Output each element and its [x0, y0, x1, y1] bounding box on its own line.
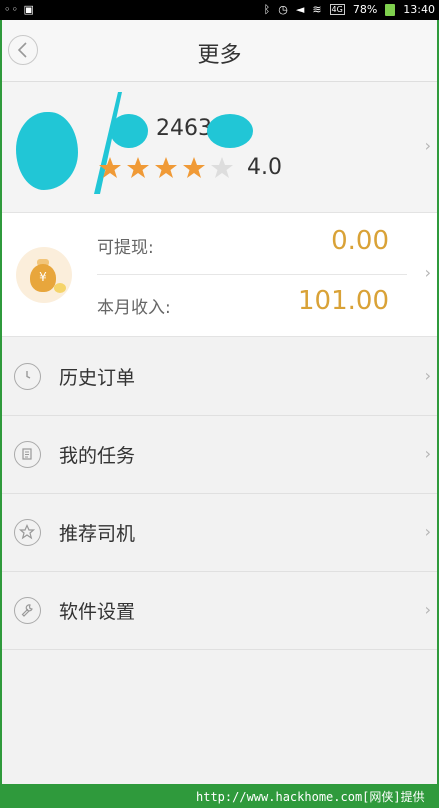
watermark-text: http://www.hackhome.com[网侠]提供 [196, 790, 425, 804]
task-list-icon [14, 441, 41, 468]
star-rating [98, 156, 234, 180]
status-bar: ◦◦ ▣ ᛒ ◷ ◄ ≋ 4G 78% 13:40 [0, 0, 439, 20]
divider [97, 274, 407, 275]
star-filled-icon [99, 157, 121, 178]
alarm-icon: ◷ [278, 3, 288, 16]
star-filled-icon [127, 157, 149, 178]
chevron-right-icon: › [424, 522, 431, 541]
clock-time: 13:40 [403, 3, 435, 16]
star-empty-icon [211, 157, 233, 178]
page-title: 更多 [197, 43, 242, 68]
monthly-income-value: 101.00 [298, 286, 389, 316]
network-badge: 4G [329, 4, 345, 15]
monthly-income-label: 本月收入: [97, 298, 171, 318]
star-filled-icon [183, 157, 205, 178]
app-screen: 更多 2463 4.0 › ¥ 可提现: 0.00 本月收入: 101.00 ›… [2, 20, 437, 784]
chevron-right-icon: › [424, 444, 431, 463]
driver-id: 2463 [156, 116, 212, 141]
wrench-icon [14, 597, 41, 624]
menu-item-label: 软件设置 [59, 601, 136, 623]
menu-item-recommend-driver[interactable]: 推荐司机 › [2, 494, 437, 572]
star-outline-icon [14, 519, 41, 546]
withdrawable-value: 0.00 [331, 226, 389, 256]
mute-icon: ◄ [295, 3, 305, 16]
bluetooth-icon: ᛒ [263, 3, 271, 16]
income-card[interactable]: ¥ 可提现: 0.00 本月收入: 101.00 › [2, 213, 437, 337]
star-filled-icon [155, 157, 177, 178]
chevron-right-icon: › [424, 366, 431, 385]
menu-item-settings[interactable]: 软件设置 › [2, 572, 437, 650]
notification-icons: ◦◦ ▣ [4, 3, 35, 16]
avatar-redacted [16, 112, 78, 190]
name-redacted [110, 114, 148, 148]
menu-item-label: 历史订单 [59, 367, 136, 389]
menu-item-label: 我的任务 [59, 445, 136, 467]
rating-value: 4.0 [247, 155, 282, 180]
moneybag-icon: ¥ [16, 247, 72, 303]
withdrawable-label: 可提现: [97, 238, 154, 258]
menu-item-label: 推荐司机 [59, 523, 136, 545]
battery-percent: 78% [352, 3, 378, 16]
chevron-right-icon: › [424, 136, 431, 155]
id-redacted [207, 114, 253, 148]
clock-icon [14, 363, 41, 390]
driver-profile-card[interactable]: 2463 4.0 › [2, 82, 437, 213]
menu-item-my-tasks[interactable]: 我的任务 › [2, 416, 437, 494]
chevron-right-icon: › [424, 600, 431, 619]
battery-icon [385, 3, 396, 16]
chevron-right-icon: › [424, 263, 431, 282]
footer-frame: http://www.hackhome.com[网侠]提供 [0, 784, 439, 808]
menu-item-order-history[interactable]: 历史订单 › [2, 338, 437, 416]
top-bar: 更多 [2, 20, 437, 82]
menu-list: 历史订单 › 我的任务 › 推荐司机 › 软件设置 › [2, 338, 437, 650]
wifi-icon: ≋ [312, 3, 322, 16]
